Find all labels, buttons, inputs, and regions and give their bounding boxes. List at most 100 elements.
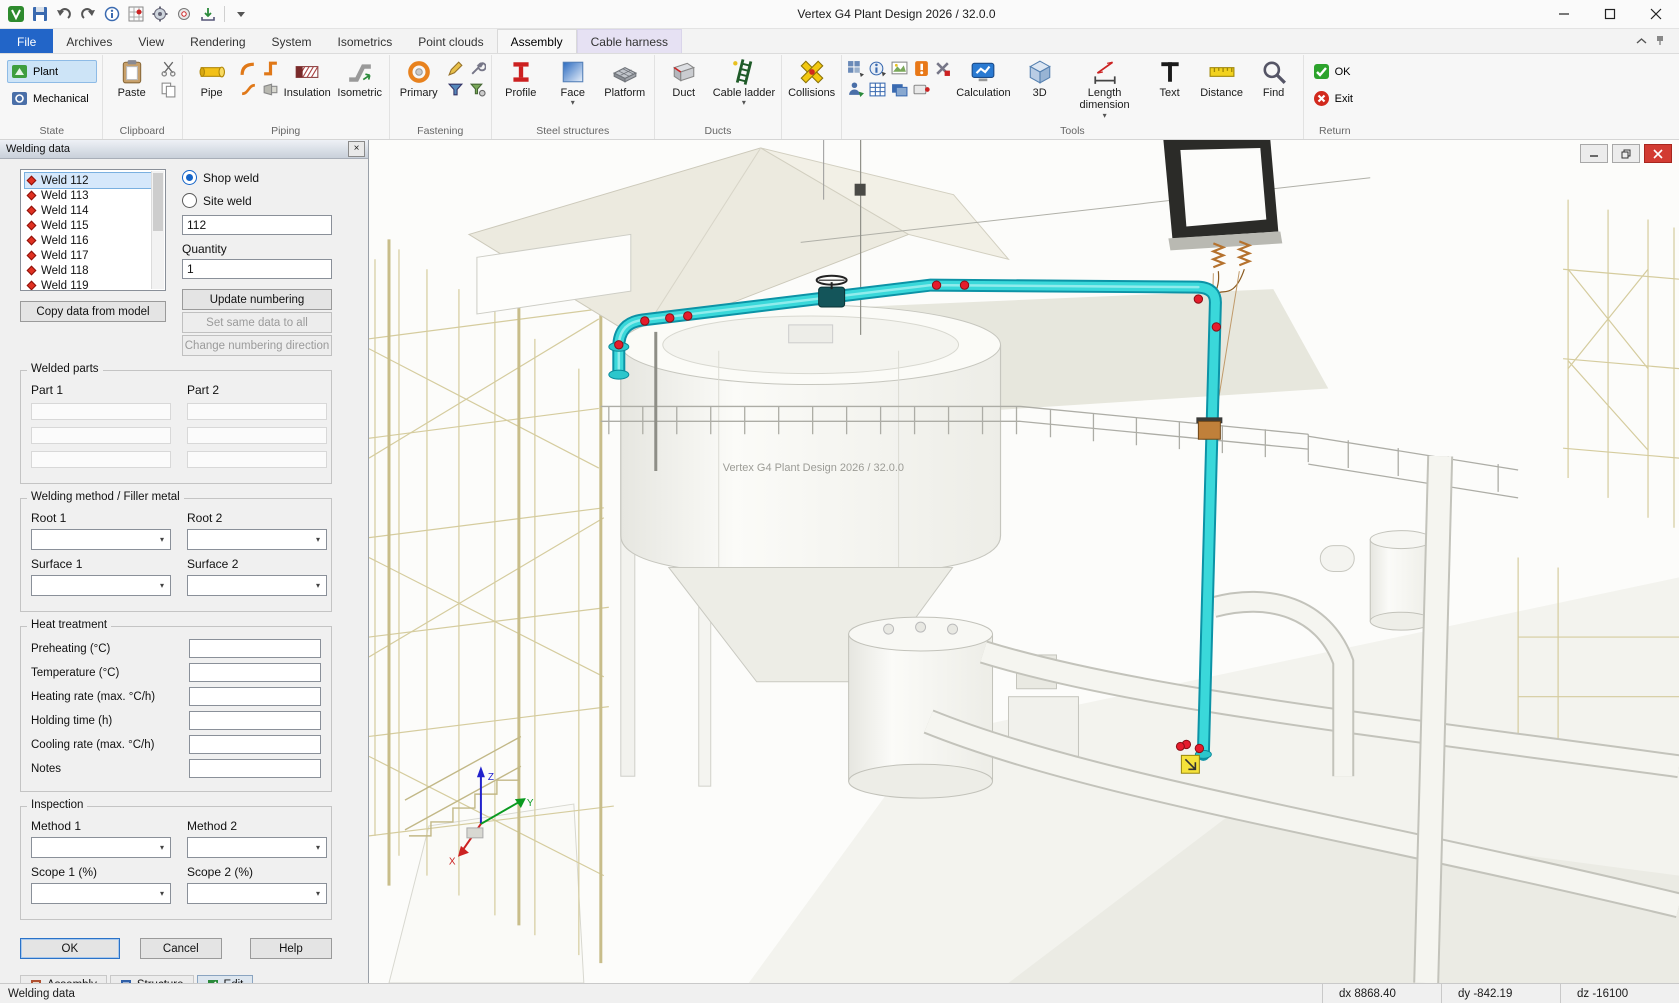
viewport-minimize-button[interactable] [1580, 144, 1608, 163]
distance-button[interactable]: Distance [1196, 56, 1248, 100]
heating-rate-input[interactable] [189, 687, 321, 706]
image-button[interactable] [891, 60, 908, 77]
tab-point-clouds[interactable]: Point clouds [405, 29, 496, 53]
mechanical-button[interactable]: Mechanical [7, 87, 97, 110]
set-same-data-button[interactable]: Set same data to all [182, 312, 332, 333]
method2-combo[interactable]: ▾ [187, 837, 327, 858]
site-weld-radio[interactable]: Site weld [182, 192, 332, 209]
position-tool-button[interactable] [913, 81, 930, 98]
viewport-close-button[interactable] [1644, 144, 1672, 163]
weld-list-item[interactable]: Weld 119 [25, 278, 151, 291]
find-button[interactable]: Find [1248, 56, 1300, 100]
copy-data-from-model-button[interactable]: Copy data from model [20, 301, 166, 322]
weld-list-scrollbar[interactable] [151, 171, 164, 289]
pipe-valve[interactable] [817, 276, 847, 307]
tab-rendering[interactable]: Rendering [177, 29, 258, 53]
cooling-rate-input[interactable] [189, 735, 321, 754]
panel-tab-assembly[interactable]: Assembly [20, 975, 107, 983]
weld-number-input[interactable]: 112 [182, 215, 332, 235]
dialog-title-bar[interactable]: Welding data × [0, 140, 368, 159]
redo-icon[interactable] [77, 3, 99, 25]
text-button[interactable]: Text [1144, 56, 1196, 100]
export-icon[interactable] [197, 3, 219, 25]
layers-tool-button[interactable] [891, 81, 908, 98]
cable-ladder-button[interactable]: Cable ladder ▾ [710, 56, 778, 108]
face-button[interactable]: Face ▾ [547, 56, 599, 108]
length-dimension-button[interactable]: Length dimension ▾ [1066, 56, 1144, 121]
warnings-button[interactable] [913, 60, 930, 77]
qat-menu-chevron-icon[interactable] [230, 3, 252, 25]
filter-button[interactable] [447, 81, 464, 98]
scope2-combo[interactable]: ▾ [187, 883, 327, 904]
help-button[interactable]: Help [250, 938, 332, 959]
component-grid-button[interactable] [847, 60, 864, 77]
tab-view[interactable]: View [125, 29, 177, 53]
app-logo-icon[interactable] [5, 3, 27, 25]
shop-weld-radio[interactable]: Shop weld [182, 169, 332, 186]
maximize-button[interactable] [1587, 0, 1633, 28]
update-numbering-button[interactable]: Update numbering [182, 289, 332, 310]
duct-button[interactable]: Duct [658, 56, 710, 100]
cancel-button[interactable]: Cancel [140, 938, 222, 959]
small-tank[interactable] [849, 617, 993, 798]
ribbon-ok-button[interactable]: OK [1309, 60, 1361, 83]
root1-combo[interactable]: ▾ [31, 529, 171, 550]
weld-list-item[interactable]: Weld 116 [25, 233, 151, 248]
pipe-sbend-button[interactable] [240, 81, 257, 98]
weld-list-item[interactable]: Weld 118 [25, 263, 151, 278]
scope1-combo[interactable]: ▾ [31, 883, 171, 904]
surface1-combo[interactable]: ▾ [31, 575, 171, 596]
pipe-reducer-button[interactable] [262, 81, 279, 98]
tab-assembly[interactable]: Assembly [497, 29, 577, 53]
settings-icon[interactable] [173, 3, 195, 25]
quantity-input[interactable]: 1 [182, 259, 332, 279]
preheating-input[interactable] [189, 639, 321, 658]
info-icon[interactable] [101, 3, 123, 25]
module-icon[interactable] [149, 3, 171, 25]
three-d-button[interactable]: 3D [1014, 56, 1066, 100]
tab-cable-harness[interactable]: Cable harness [577, 29, 682, 53]
ok-button[interactable]: OK [20, 938, 120, 959]
tab-isometrics[interactable]: Isometrics [325, 29, 406, 53]
ribbon-exit-button[interactable]: Exit [1309, 87, 1361, 110]
pipe-bend-button[interactable] [240, 60, 257, 77]
method1-combo[interactable]: ▾ [31, 837, 171, 858]
insulation-button[interactable]: Insulation [281, 56, 334, 100]
table-tool-button[interactable] [869, 81, 886, 98]
fastener-tools-button[interactable] [469, 60, 486, 77]
pipe-elbow-button[interactable] [262, 60, 279, 77]
panel-tab-edit[interactable]: Edit [197, 975, 254, 983]
tab-archives[interactable]: Archives [53, 29, 125, 53]
primary-button[interactable]: Primary [393, 56, 445, 100]
paste-button[interactable]: Paste [106, 56, 158, 100]
filter-settings-button[interactable] [469, 81, 486, 98]
snap-grid-icon[interactable] [125, 3, 147, 25]
measure-cross-button[interactable] [934, 60, 951, 77]
weld-listbox[interactable]: Weld 112 Weld 113 Weld 114 Weld 115 Weld… [20, 169, 166, 291]
viewport-restore-button[interactable] [1612, 144, 1640, 163]
weld-list-item[interactable]: Weld 115 [25, 218, 151, 233]
calculation-button[interactable]: Calculation [953, 56, 1013, 100]
plant-button[interactable]: Plant [7, 60, 97, 83]
pipe-button[interactable]: Pipe [186, 56, 238, 100]
holding-time-input[interactable] [189, 711, 321, 730]
undo-icon[interactable] [53, 3, 75, 25]
platform-button[interactable]: Platform [599, 56, 651, 100]
surface2-combo[interactable]: ▾ [187, 575, 327, 596]
tab-system[interactable]: System [259, 29, 325, 53]
weld-list-item[interactable]: Weld 112 [25, 173, 151, 188]
notes-input[interactable] [189, 759, 321, 778]
dialog-close-icon[interactable]: × [348, 141, 365, 157]
ribbon-collapse-icon[interactable] [1636, 32, 1647, 50]
weld-list-item[interactable]: Weld 117 [25, 248, 151, 263]
viewport[interactable]: Vertex G4 Plant Design 2026 / 32.0.0 Z Y… [369, 140, 1679, 983]
ribbon-pin-icon[interactable] [1655, 32, 1665, 50]
tab-file[interactable]: File [0, 29, 53, 53]
minimize-button[interactable] [1541, 0, 1587, 28]
weld-list-item[interactable]: Weld 113 [25, 188, 151, 203]
panel-tab-structure[interactable]: Structure [110, 975, 194, 983]
pipe-fitting[interactable] [1196, 417, 1222, 439]
root2-combo[interactable]: ▾ [187, 529, 327, 550]
change-numbering-direction-button[interactable]: Change numbering direction [182, 335, 332, 356]
object-info-button[interactable] [869, 60, 886, 77]
